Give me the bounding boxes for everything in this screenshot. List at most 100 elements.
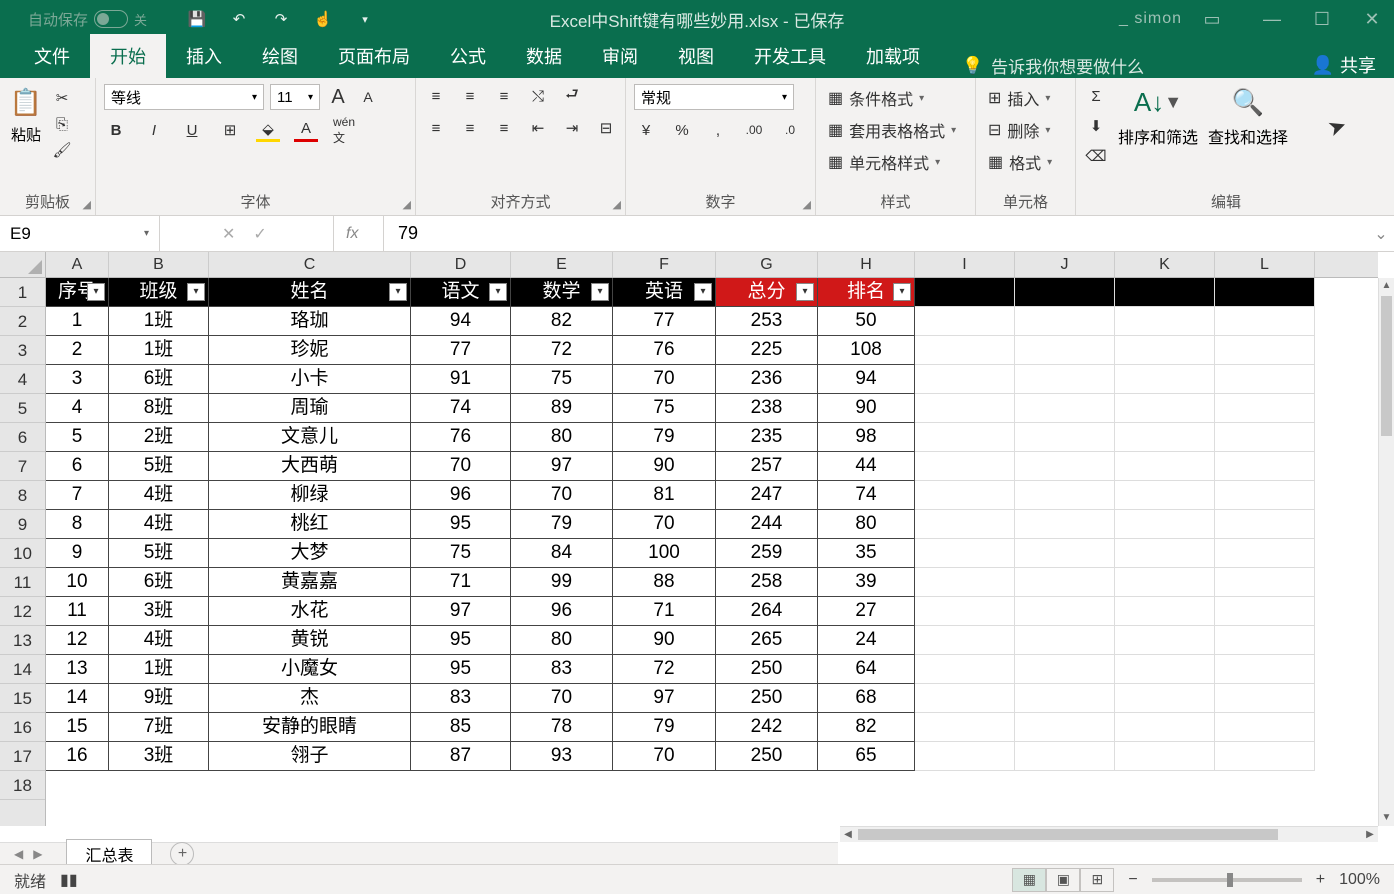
table-header[interactable]: 英语▾: [613, 278, 716, 307]
cell[interactable]: 74: [818, 481, 915, 510]
cell[interactable]: 91: [411, 365, 511, 394]
fill-color-icon[interactable]: ⬙: [256, 118, 280, 142]
cell[interactable]: 翎子: [209, 742, 411, 771]
cell[interactable]: 71: [411, 568, 511, 597]
cell[interactable]: 70: [613, 742, 716, 771]
indent-decrease-icon[interactable]: ⇤: [526, 116, 550, 140]
tab-开始[interactable]: 开始: [90, 34, 166, 78]
row-header-2[interactable]: 2: [0, 307, 45, 336]
add-sheet-icon[interactable]: +: [170, 842, 194, 866]
cell[interactable]: [1115, 597, 1215, 626]
cell[interactable]: 柳绿: [209, 481, 411, 510]
cell[interactable]: [1215, 655, 1315, 684]
cell[interactable]: 77: [411, 336, 511, 365]
macro-icon[interactable]: ▮▮: [60, 870, 78, 890]
format-painter-icon[interactable]: 🖌: [50, 138, 74, 162]
tab-加载项[interactable]: 加载项: [846, 34, 940, 78]
cell[interactable]: [915, 394, 1015, 423]
clear-icon[interactable]: ⌫: [1084, 144, 1108, 168]
cell[interactable]: 97: [511, 452, 613, 481]
cell[interactable]: [1015, 742, 1115, 771]
align-top-icon[interactable]: ≡: [424, 84, 448, 108]
number-launcher-icon[interactable]: ◢: [803, 198, 811, 211]
font-size-select[interactable]: 11▾: [270, 84, 320, 110]
cell[interactable]: 76: [613, 336, 716, 365]
col-header-F[interactable]: F: [613, 252, 716, 277]
cell[interactable]: 82: [511, 307, 613, 336]
cell[interactable]: 100: [613, 539, 716, 568]
cell[interactable]: [1015, 626, 1115, 655]
cell[interactable]: 81: [613, 481, 716, 510]
tab-开发工具[interactable]: 开发工具: [734, 34, 846, 78]
sort-filter-icon[interactable]: A↓▼: [1140, 84, 1176, 120]
cell[interactable]: [1115, 742, 1215, 771]
row-header-5[interactable]: 5: [0, 394, 45, 423]
indent-increase-icon[interactable]: ⇥: [560, 116, 584, 140]
cell[interactable]: [1115, 626, 1215, 655]
font-color-icon[interactable]: A: [294, 118, 318, 142]
filter-icon[interactable]: ▾: [187, 283, 205, 301]
cell[interactable]: [1215, 423, 1315, 452]
row-header-15[interactable]: 15: [0, 684, 45, 713]
clipboard-launcher-icon[interactable]: ◢: [83, 198, 91, 211]
cell[interactable]: [1015, 307, 1115, 336]
tab-插入[interactable]: 插入: [166, 34, 242, 78]
filter-icon[interactable]: ▾: [489, 283, 507, 301]
scroll-down-icon[interactable]: ▼: [1379, 810, 1394, 826]
cell[interactable]: 大西萌: [209, 452, 411, 481]
row-header-3[interactable]: 3: [0, 336, 45, 365]
cell[interactable]: [1015, 684, 1115, 713]
cell[interactable]: 95: [411, 655, 511, 684]
col-header-H[interactable]: H: [818, 252, 915, 277]
cells-area[interactable]: 序号▾班级▾姓名▾语文▾数学▾英语▾总分▾排名▾11班珞珈94827725350…: [46, 278, 1378, 826]
cell[interactable]: 5班: [109, 539, 209, 568]
underline-icon[interactable]: U: [180, 118, 204, 142]
cell[interactable]: 70: [511, 481, 613, 510]
cell[interactable]: 1班: [109, 307, 209, 336]
cell[interactable]: [1115, 452, 1215, 481]
cell[interactable]: 12: [46, 626, 109, 655]
cell[interactable]: 75: [411, 539, 511, 568]
cell[interactable]: 35: [818, 539, 915, 568]
cell[interactable]: 72: [613, 655, 716, 684]
cell[interactable]: 80: [511, 423, 613, 452]
italic-icon[interactable]: I: [142, 118, 166, 142]
cell[interactable]: [915, 452, 1015, 481]
cell[interactable]: 257: [716, 452, 818, 481]
tab-审阅[interactable]: 审阅: [582, 34, 658, 78]
cell[interactable]: [1015, 655, 1115, 684]
sheet-nav-next-icon[interactable]: ▶: [33, 847, 42, 861]
cell[interactable]: 70: [411, 452, 511, 481]
cancel-icon[interactable]: ✕: [222, 224, 235, 244]
format-button[interactable]: ▦格式▾: [984, 148, 1067, 176]
cell[interactable]: 74: [411, 394, 511, 423]
name-box[interactable]: E9▾: [0, 216, 160, 251]
cell[interactable]: 95: [411, 626, 511, 655]
cell[interactable]: 3班: [109, 742, 209, 771]
tab-视图[interactable]: 视图: [658, 34, 734, 78]
vertical-scrollbar[interactable]: ▲ ▼: [1378, 278, 1394, 826]
cell[interactable]: [1015, 713, 1115, 742]
orientation-icon[interactable]: ⤭: [526, 84, 550, 108]
filter-icon[interactable]: ▾: [591, 283, 609, 301]
scroll-up-icon[interactable]: ▲: [1379, 278, 1394, 294]
font-name-select[interactable]: 等线▾: [104, 84, 264, 110]
font-launcher-icon[interactable]: ◢: [403, 198, 411, 211]
cell[interactable]: 264: [716, 597, 818, 626]
cell[interactable]: 11: [46, 597, 109, 626]
cell[interactable]: [1015, 336, 1115, 365]
col-header-K[interactable]: K: [1115, 252, 1215, 277]
cell[interactable]: 大梦: [209, 539, 411, 568]
cell[interactable]: 4班: [109, 626, 209, 655]
merge-icon[interactable]: ⊟: [594, 116, 618, 140]
cell[interactable]: 79: [511, 510, 613, 539]
cell[interactable]: 50: [818, 307, 915, 336]
increase-decimal-icon[interactable]: .00: [742, 118, 766, 142]
table-header[interactable]: 序号▾: [46, 278, 109, 307]
cell[interactable]: 79: [613, 423, 716, 452]
cell[interactable]: 96: [411, 481, 511, 510]
cell[interactable]: [1115, 394, 1215, 423]
row-header-14[interactable]: 14: [0, 655, 45, 684]
col-header-D[interactable]: D: [411, 252, 511, 277]
insert-button[interactable]: ⊞插入▾: [984, 84, 1067, 112]
